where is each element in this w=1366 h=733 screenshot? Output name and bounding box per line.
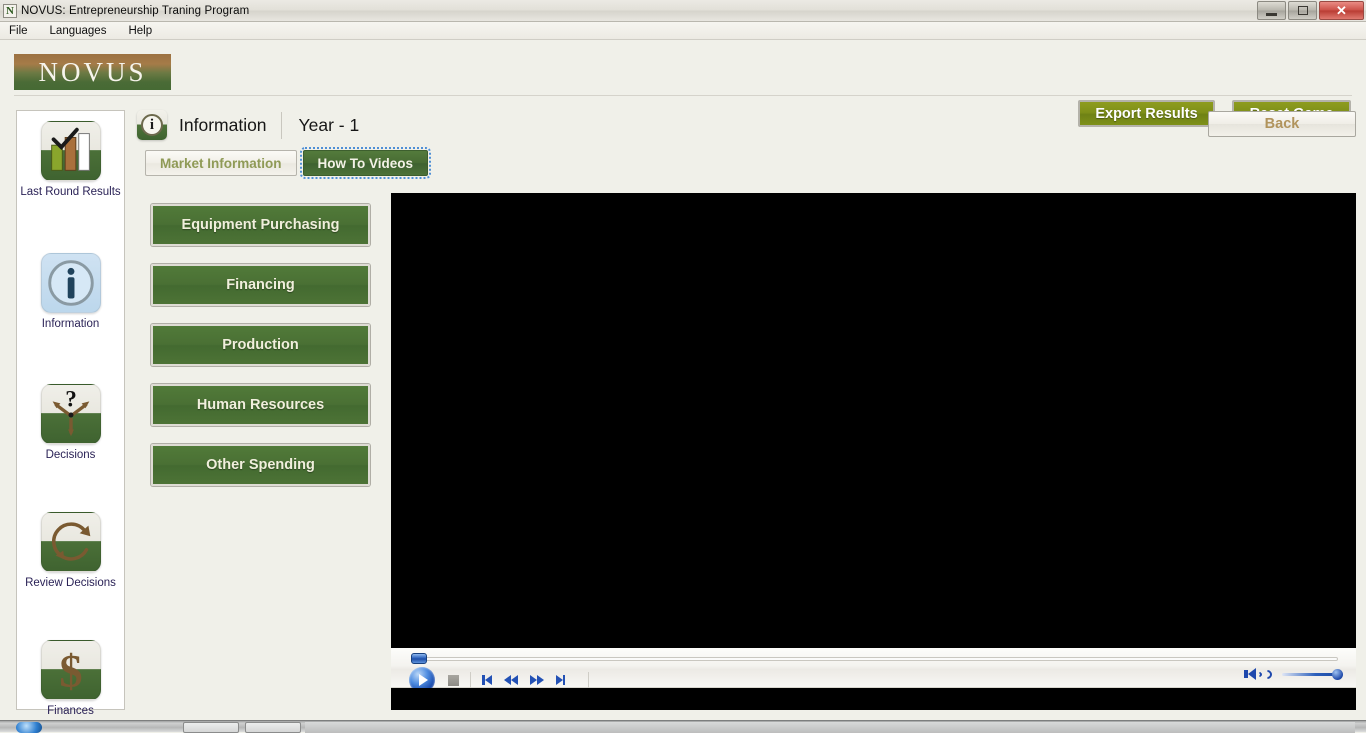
volume-slider[interactable] xyxy=(1282,673,1338,676)
sidebar-item-information[interactable]: Information xyxy=(17,243,124,331)
player-bottom-strip xyxy=(391,688,1356,710)
seek-bar[interactable] xyxy=(413,657,1338,661)
video-player xyxy=(391,193,1356,710)
tab-how-to-videos[interactable]: How To Videos xyxy=(303,150,429,176)
menu-item-file[interactable]: File xyxy=(6,24,31,38)
title-bar: N NOVUS: Entrepreneurship Traning Progra… xyxy=(0,0,1366,22)
seek-handle[interactable] xyxy=(411,653,427,664)
bar-chart-check-icon xyxy=(41,121,101,181)
divider xyxy=(470,672,471,689)
sidebar-item-label: Last Round Results xyxy=(20,186,120,199)
start-button[interactable] xyxy=(16,722,42,733)
player-controls-bar xyxy=(391,648,1356,688)
sidebar-item-decisions[interactable]: ? Decisions xyxy=(17,374,124,462)
spacer xyxy=(17,462,124,502)
volume-handle[interactable] xyxy=(1332,669,1343,680)
financing-button[interactable]: Financing xyxy=(151,264,370,306)
info-circle-icon: i xyxy=(137,110,167,140)
info-glyph: i xyxy=(141,114,163,136)
video-screen[interactable] xyxy=(391,193,1356,648)
window-controls: ✕ xyxy=(1257,1,1364,20)
volume-control xyxy=(1244,668,1338,680)
maximize-button[interactable] xyxy=(1288,1,1317,20)
sidebar-item-label: Finances xyxy=(47,705,94,718)
tab-bar: Market Information How To Videos xyxy=(145,150,428,176)
menu-bar: File Languages Help xyxy=(0,22,1366,40)
close-button[interactable]: ✕ xyxy=(1319,1,1364,20)
next-button[interactable] xyxy=(556,675,566,685)
novus-logo: NOVUS xyxy=(14,54,171,90)
page-header: i Information Year - 1 xyxy=(137,110,359,140)
menu-item-languages[interactable]: Languages xyxy=(47,24,110,38)
volume-icon[interactable] xyxy=(1244,668,1272,680)
spacer xyxy=(17,330,124,374)
logo-text: NOVUS xyxy=(38,59,146,86)
spacer xyxy=(17,590,124,630)
info-circle-icon xyxy=(41,253,101,313)
minimize-button[interactable] xyxy=(1257,1,1286,20)
svg-text:$: $ xyxy=(59,646,82,697)
equipment-purchasing-button[interactable]: Equipment Purchasing xyxy=(151,204,370,246)
rewind-button[interactable] xyxy=(504,675,518,685)
sidebar-item-label: Decisions xyxy=(46,449,96,462)
topic-button-list: Equipment Purchasing Financing Productio… xyxy=(151,204,371,504)
back-button[interactable]: Back xyxy=(1208,111,1356,137)
taskbar-item[interactable] xyxy=(245,722,301,733)
production-button[interactable]: Production xyxy=(151,324,370,366)
year-label: Year - 1 xyxy=(299,115,360,136)
spacer xyxy=(17,199,124,243)
skip-next-icon xyxy=(556,675,563,685)
content-area: i Information Year - 1 Back Market Infor… xyxy=(137,105,1358,710)
play-icon xyxy=(419,674,428,686)
question-arrows-icon: ? xyxy=(41,384,101,444)
sidebar: Last Round Results Information xyxy=(16,110,125,710)
sidebar-item-last-round-results[interactable]: Last Round Results xyxy=(17,111,124,199)
other-spending-button[interactable]: Other Spending xyxy=(151,444,370,486)
divider xyxy=(281,112,282,139)
fast-forward-icon xyxy=(530,675,537,685)
tab-market-information[interactable]: Market Information xyxy=(145,150,297,176)
maximize-icon xyxy=(1298,6,1308,15)
taskbar-empty-area xyxy=(305,722,1355,733)
menu-item-help[interactable]: Help xyxy=(125,24,155,38)
windows-taskbar xyxy=(0,720,1366,732)
stop-button[interactable] xyxy=(448,675,459,686)
fast-forward-button[interactable] xyxy=(530,675,544,685)
sidebar-item-review-decisions[interactable]: Review Decisions xyxy=(17,502,124,590)
application-window: N NOVUS: Entrepreneurship Traning Progra… xyxy=(0,0,1366,732)
app-icon: N xyxy=(3,4,17,18)
sidebar-item-finances[interactable]: $ Finances xyxy=(17,630,124,718)
sidebar-item-label: Review Decisions xyxy=(25,577,116,590)
window-title: NOVUS: Entrepreneurship Traning Program xyxy=(21,5,249,17)
minimize-icon xyxy=(1266,13,1277,16)
taskbar-item[interactable] xyxy=(183,722,239,733)
dollar-sign-icon: $ xyxy=(41,640,101,700)
rewind-icon xyxy=(504,675,511,685)
sidebar-item-label: Information xyxy=(42,318,100,331)
brand-bar: NOVUS Export Results Reset Game xyxy=(0,41,1366,97)
divider xyxy=(14,95,1352,96)
human-resources-button[interactable]: Human Resources xyxy=(151,384,370,426)
divider xyxy=(588,672,589,689)
previous-button[interactable] xyxy=(482,675,492,685)
svg-text:?: ? xyxy=(65,387,77,413)
circular-arrow-icon xyxy=(41,512,101,572)
page-title: Information xyxy=(179,115,267,136)
